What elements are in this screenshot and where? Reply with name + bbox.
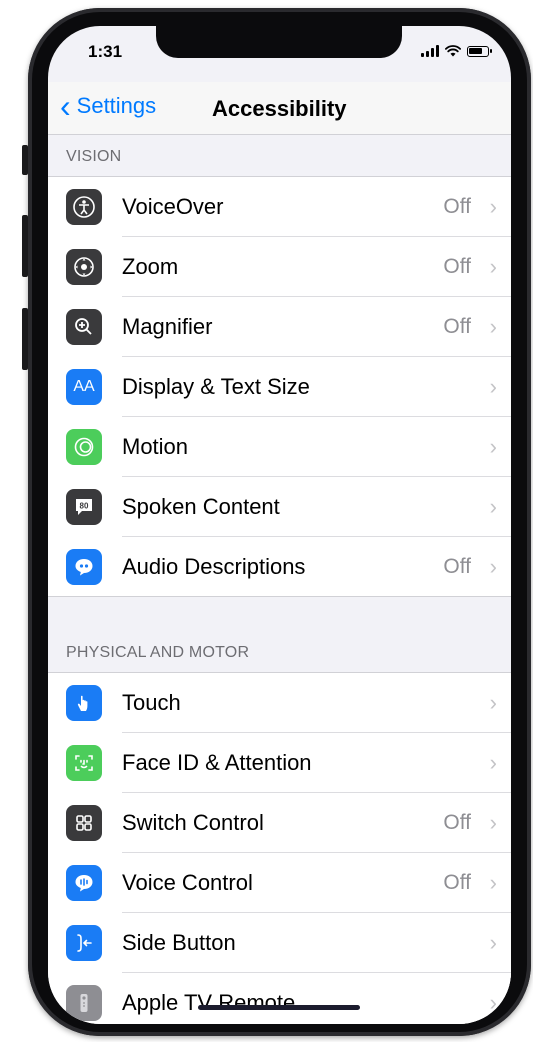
voice-control-icon [66, 865, 102, 901]
row-label: Magnifier [122, 313, 213, 339]
row-motion[interactable]: Motion › [66, 417, 511, 477]
row-label: Audio Descriptions [122, 553, 306, 579]
row-value: Off [443, 810, 471, 834]
chevron-right-icon: › [489, 493, 497, 519]
zoom-icon [66, 249, 102, 285]
row-voiceover[interactable]: VoiceOver Off › [66, 177, 511, 237]
row-label: Touch [122, 689, 181, 715]
row-label: Side Button [122, 929, 236, 955]
magnifier-icon [66, 309, 102, 345]
audio-descriptions-icon [66, 549, 102, 585]
page-title: Accessibility [212, 96, 347, 121]
chevron-right-icon: › [489, 373, 497, 399]
row-display-text-size[interactable]: AA Display & Text Size › [66, 357, 511, 417]
section-header-physical-motor: PHYSICAL AND MOTOR [66, 644, 250, 661]
row-apple-tv-remote[interactable]: Apple TV Remote › [66, 973, 511, 1024]
back-button[interactable]: ‹ Settings [60, 88, 157, 124]
row-switch-control[interactable]: Switch Control Off › [66, 793, 511, 853]
chevron-right-icon: › [489, 313, 497, 339]
row-zoom[interactable]: Zoom Off › [66, 237, 511, 297]
row-value: Off [443, 314, 471, 338]
volume-up-hardware [22, 215, 28, 277]
chevron-right-icon: › [489, 193, 497, 219]
row-label: Voice Control [122, 869, 253, 895]
chevron-right-icon: › [489, 869, 497, 895]
row-value: Off [443, 554, 471, 578]
chevron-right-icon: › [489, 553, 497, 579]
chevron-right-icon: › [489, 749, 497, 775]
row-label: Motion [122, 433, 189, 459]
chevron-right-icon: › [489, 433, 497, 459]
row-label: Display & Text Size [122, 373, 310, 399]
chevron-right-icon: › [489, 929, 497, 955]
row-value: Off [443, 194, 471, 218]
row-side-button[interactable]: Side Button › [66, 913, 511, 973]
row-label: Spoken Content [122, 493, 280, 519]
spoken-content-icon: 80 [66, 489, 102, 525]
row-value: Off [443, 254, 471, 278]
display-text-size-icon: AA [66, 369, 102, 405]
voiceover-icon [66, 189, 102, 225]
apple-tv-remote-icon [66, 985, 102, 1021]
home-indicator[interactable] [198, 1005, 360, 1010]
face-id-icon [66, 745, 102, 781]
svg-text:80: 80 [80, 502, 89, 511]
side-button-icon [66, 925, 102, 961]
row-value: Off [443, 870, 471, 894]
status-icons [421, 45, 492, 57]
switch-control-icon [66, 805, 102, 841]
wifi-icon [445, 45, 461, 57]
row-audio-descriptions[interactable]: Audio Descriptions Off › [66, 537, 511, 596]
row-magnifier[interactable]: Magnifier Off › [66, 297, 511, 357]
chevron-right-icon: › [489, 689, 497, 715]
chevron-left-icon: ‹ [60, 88, 71, 124]
row-label: Apple TV Remote [122, 989, 296, 1015]
vision-group: VoiceOver Off › Zoom Off › Magnifier Off… [48, 176, 511, 597]
row-label: Face ID & Attention [122, 749, 312, 775]
row-label: VoiceOver [122, 193, 224, 219]
battery-icon [467, 45, 492, 57]
physical-motor-group: Touch › Face ID & Attention › Switch Con… [48, 672, 511, 1024]
touch-icon [66, 685, 102, 721]
section-header-vision: VISION [66, 148, 122, 165]
row-label: Switch Control [122, 809, 264, 835]
chevron-right-icon: › [489, 253, 497, 279]
row-voice-control[interactable]: Voice Control Off › [66, 853, 511, 913]
row-touch[interactable]: Touch › [66, 673, 511, 733]
row-spoken-content[interactable]: 80 Spoken Content › [66, 477, 511, 537]
chevron-right-icon: › [489, 809, 497, 835]
cellular-signal-icon [421, 45, 439, 57]
motion-icon [66, 429, 102, 465]
notch [156, 26, 402, 58]
row-face-id-attention[interactable]: Face ID & Attention › [66, 733, 511, 793]
chevron-right-icon: › [489, 989, 497, 1015]
navigation-bar: ‹ Settings Accessibility [48, 82, 511, 135]
back-button-label: Settings [76, 93, 157, 118]
row-label: Zoom [122, 253, 179, 279]
volume-down-hardware [22, 308, 28, 370]
screen: 1:31 ‹ Settings Accessibility VISION Voi… [48, 26, 511, 1024]
status-time: 1:31 [88, 42, 123, 61]
side-button-hardware [22, 145, 28, 175]
